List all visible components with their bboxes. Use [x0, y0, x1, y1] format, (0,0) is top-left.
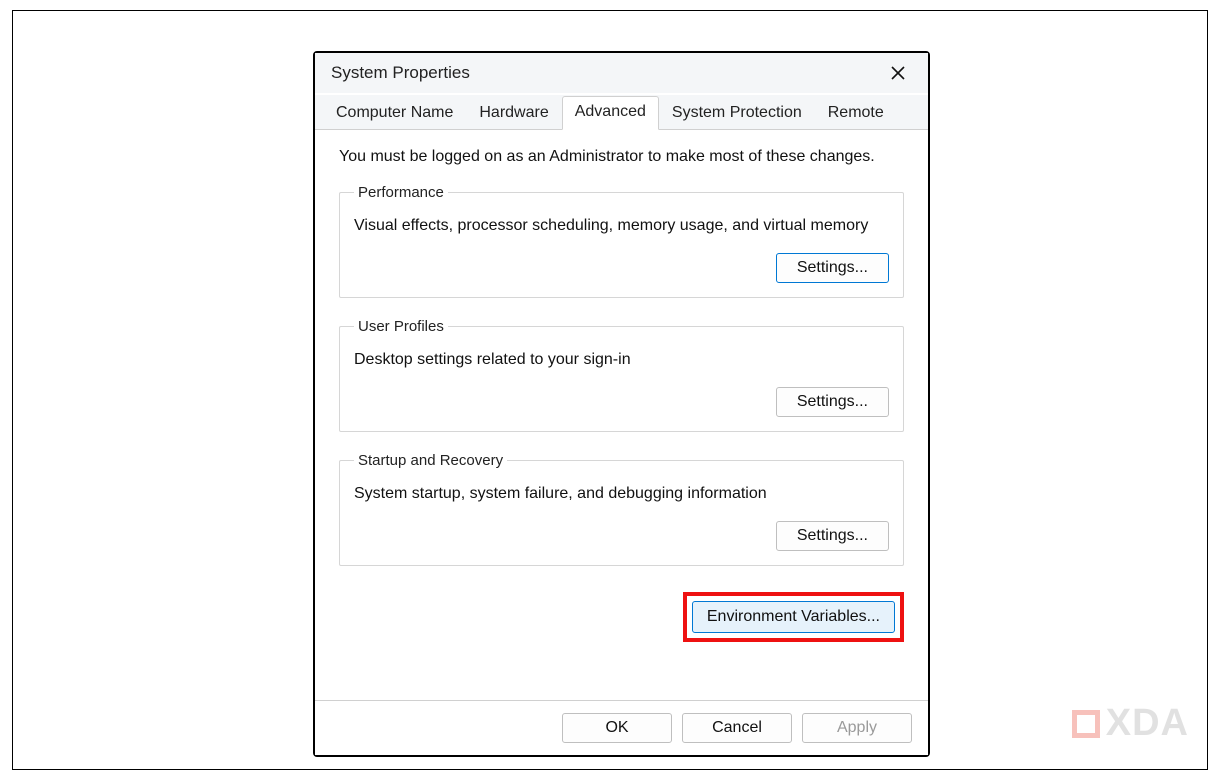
cancel-button[interactable]: Cancel	[682, 713, 792, 743]
tab-advanced[interactable]: Advanced	[562, 96, 659, 130]
titlebar: System Properties	[315, 53, 928, 93]
xda-watermark: XDA	[1072, 702, 1189, 745]
performance-section: Performance Visual effects, processor sc…	[339, 184, 904, 298]
performance-desc: Visual effects, processor scheduling, me…	[354, 217, 889, 235]
user-profiles-desc: Desktop settings related to your sign-in	[354, 351, 889, 369]
dialog-footer: OK Cancel Apply	[315, 700, 928, 755]
tab-hardware[interactable]: Hardware	[466, 97, 561, 130]
startup-recovery-title: Startup and Recovery	[354, 452, 507, 469]
admin-note: You must be logged on as an Administrato…	[339, 148, 904, 166]
xda-logo-icon	[1072, 710, 1100, 738]
user-profiles-settings-button[interactable]: Settings...	[776, 387, 889, 417]
user-profiles-section: User Profiles Desktop settings related t…	[339, 318, 904, 432]
outer-frame: System Properties Computer Name Hardware…	[12, 10, 1208, 770]
performance-title: Performance	[354, 184, 448, 201]
startup-recovery-desc: System startup, system failure, and debu…	[354, 485, 889, 503]
startup-recovery-settings-button[interactable]: Settings...	[776, 521, 889, 551]
apply-button[interactable]: Apply	[802, 713, 912, 743]
tab-computer-name[interactable]: Computer Name	[323, 97, 466, 130]
tab-system-protection[interactable]: System Protection	[659, 97, 815, 130]
xda-watermark-text: XDA	[1106, 702, 1189, 745]
advanced-tab-panel: You must be logged on as an Administrato…	[315, 130, 928, 700]
close-button[interactable]	[884, 63, 912, 83]
tabstrip: Computer Name Hardware Advanced System P…	[315, 95, 928, 130]
system-properties-dialog: System Properties Computer Name Hardware…	[313, 51, 930, 757]
close-icon	[890, 65, 906, 81]
dialog-title: System Properties	[331, 63, 470, 83]
user-profiles-title: User Profiles	[354, 318, 448, 335]
environment-variables-button[interactable]: Environment Variables...	[692, 601, 895, 633]
ok-button[interactable]: OK	[562, 713, 672, 743]
highlight-annotation: Environment Variables...	[683, 592, 904, 642]
startup-recovery-section: Startup and Recovery System startup, sys…	[339, 452, 904, 566]
tab-remote[interactable]: Remote	[815, 97, 897, 130]
env-variables-row: Environment Variables...	[339, 592, 904, 642]
performance-settings-button[interactable]: Settings...	[776, 253, 889, 283]
